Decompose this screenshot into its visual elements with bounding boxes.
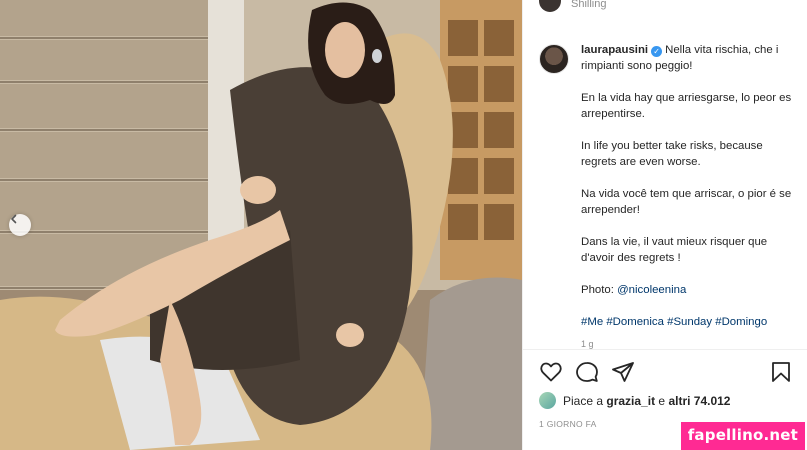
watermark-logo: fapellino.net — [680, 422, 805, 450]
bookmark-icon[interactable] — [769, 360, 793, 384]
post-caption: laurapausini ✓ Nella vita rischia, che i r… — [539, 42, 795, 352]
post-timestamp[interactable]: 1 GIORNO FA — [539, 419, 597, 429]
heart-icon[interactable] — [539, 360, 563, 384]
photo-illustration — [0, 0, 522, 450]
mention-link[interactable]: @nicoleenina — [617, 284, 686, 296]
instagram-post-view: Shilling laurapausini ✓ Nella vita rischia… — [0, 0, 807, 450]
liker-username-link[interactable]: grazia_it — [606, 394, 655, 408]
comment-glyph — [576, 362, 598, 382]
previous-comment-text: Shilling — [571, 0, 607, 10]
action-icons — [539, 360, 793, 384]
caption-line: In life you better take risks, because r… — [581, 140, 763, 168]
verified-badge-icon: ✓ — [651, 46, 663, 57]
chevron-left-icon[interactable] — [9, 214, 31, 236]
post-photo[interactable] — [0, 0, 522, 450]
post-side-panel: Shilling laurapausini ✓ Nella vita rischia… — [522, 0, 807, 450]
chevron-left-glyph — [11, 214, 17, 224]
caption-line: Na vida você tem que arriscar, o pior é … — [581, 188, 792, 216]
share-icon[interactable] — [611, 360, 635, 384]
heart-glyph — [540, 362, 562, 382]
caption-first-line: laurapausini ✓ Nella vita rischia, che i r… — [581, 42, 795, 74]
likes-count-link[interactable]: altri 74.012 — [668, 394, 730, 408]
photo-credit: Photo: @nicoleenina — [581, 282, 795, 298]
likes-middle: e — [658, 393, 666, 408]
likes-summary: Piace a grazia_it e altri 74.012 — [539, 392, 730, 409]
likes-prefix: Piace a — [563, 393, 604, 408]
caption-text: laurapausini ✓ Nella vita rischia, che i r… — [581, 42, 795, 352]
caption-line: En la vida hay que arriesgarse, lo peor … — [581, 92, 792, 120]
caption-line: Dans la vie, il vaut mieux risquer que d… — [581, 236, 768, 264]
comment-icon[interactable] — [575, 360, 599, 384]
avatar[interactable] — [539, 392, 556, 409]
avatar[interactable] — [539, 0, 561, 12]
previous-comment: Shilling — [539, 0, 606, 12]
share-glyph — [612, 362, 634, 382]
username-link[interactable]: laurapausini — [581, 44, 648, 56]
hashtags-link[interactable]: #Me #Domenica #Sunday #Domingo — [581, 314, 795, 330]
photo-credit-label: Photo: — [581, 284, 614, 296]
avatar[interactable] — [539, 44, 569, 74]
bookmark-glyph — [772, 362, 790, 382]
